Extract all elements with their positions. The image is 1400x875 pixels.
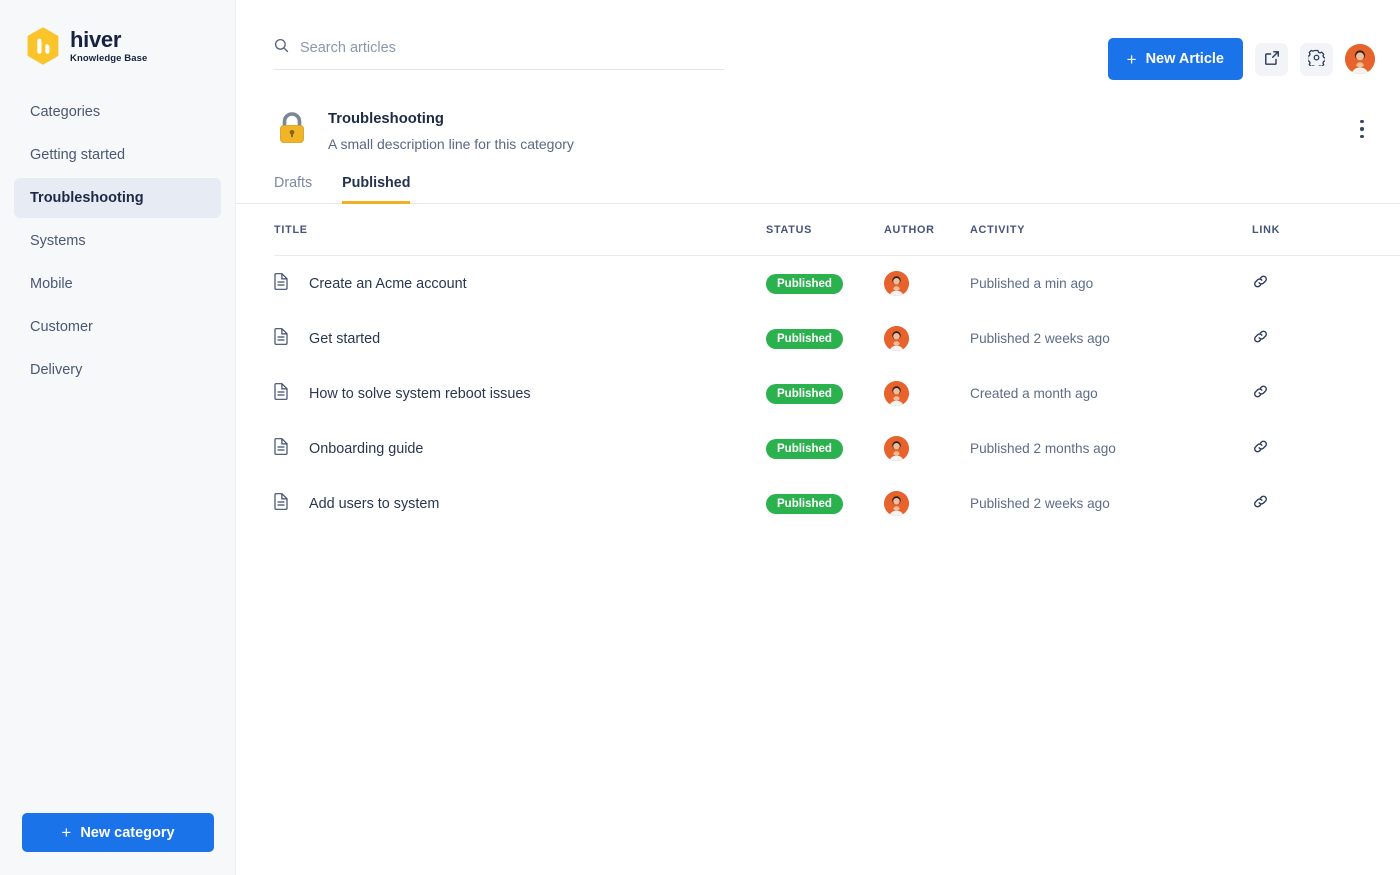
- plus-icon: +: [61, 823, 72, 842]
- sidebar-item-troubleshooting[interactable]: Troubleshooting: [14, 178, 221, 218]
- author-avatar: [884, 271, 909, 296]
- author-avatar: [884, 381, 909, 406]
- sidebar: hiver Knowledge Base Categories Getting …: [0, 0, 236, 875]
- sidebar-item-delivery[interactable]: Delivery: [14, 350, 221, 390]
- tab-drafts[interactable]: Drafts: [274, 175, 312, 204]
- status-badge: Published: [766, 493, 843, 514]
- new-category-button-label: New category: [80, 824, 175, 841]
- table-row[interactable]: Onboarding guide Published Published 2 m…: [274, 421, 1400, 476]
- activity-text: Created a month ago: [970, 386, 1098, 401]
- tab-label: Published: [342, 175, 411, 191]
- author-avatar: [884, 326, 909, 351]
- sidebar-item-categories[interactable]: Categories: [14, 92, 221, 132]
- sidebar-item-label: Getting started: [30, 147, 126, 163]
- sidebar-item-label: Systems: [30, 233, 86, 249]
- sidebar-item-getting-started[interactable]: Getting started: [14, 135, 221, 175]
- kebab-menu-icon[interactable]: [1349, 112, 1375, 146]
- table-header-row: TITLE STATUS AUTHOR ACTIVITY LINK: [274, 204, 1400, 256]
- author-avatar: [884, 436, 909, 461]
- status-badge: Published: [766, 438, 843, 459]
- sidebar-item-label: Mobile: [30, 276, 73, 292]
- table-row[interactable]: Get started Published Published 2 weeks …: [274, 311, 1400, 366]
- author-avatar: [884, 491, 909, 516]
- activity-text: Published 2 weeks ago: [970, 331, 1110, 346]
- sidebar-item-label: Categories: [30, 104, 101, 120]
- link-icon[interactable]: [1252, 383, 1269, 405]
- new-category-button[interactable]: + New category: [22, 813, 214, 852]
- status-badge: Published: [766, 328, 843, 349]
- article-title[interactable]: Get started: [309, 331, 380, 347]
- table-row[interactable]: How to solve system reboot issues Publis…: [274, 366, 1400, 421]
- category-text: Troubleshooting A small description line…: [328, 107, 574, 152]
- table-row[interactable]: Create an Acme account Published Publish…: [274, 256, 1400, 311]
- sidebar-item-label: Troubleshooting: [30, 190, 144, 206]
- lock-icon: [274, 108, 310, 148]
- tab-published[interactable]: Published: [342, 175, 411, 204]
- main-content: + New Article: [236, 0, 1400, 875]
- profile-avatar[interactable]: [1345, 44, 1375, 74]
- document-icon: [274, 437, 288, 460]
- sidebar-item-label: Delivery: [30, 362, 83, 378]
- gear-icon: [1307, 49, 1326, 69]
- articles-table: TITLE STATUS AUTHOR ACTIVITY LINK Create…: [236, 204, 1400, 531]
- kebab-dot: [1360, 119, 1364, 124]
- brand-name: hiver: [70, 26, 122, 52]
- activity-text: Published a min ago: [970, 276, 1094, 291]
- article-title[interactable]: Create an Acme account: [309, 276, 467, 292]
- link-icon[interactable]: [1252, 493, 1269, 515]
- tab-label: Drafts: [274, 175, 313, 191]
- status-badge: Published: [766, 383, 843, 404]
- column-header-activity: ACTIVITY: [970, 223, 1026, 236]
- table-row[interactable]: Add users to system Published Published …: [274, 476, 1400, 531]
- category-header: Troubleshooting A small description line…: [236, 80, 1400, 152]
- document-icon: [274, 272, 288, 295]
- column-header-title: TITLE: [274, 223, 308, 236]
- column-header-status: STATUS: [766, 223, 813, 236]
- app-root: hiver Knowledge Base Categories Getting …: [0, 0, 1400, 875]
- external-link-button[interactable]: [1255, 42, 1288, 76]
- brand-logo[interactable]: hiver Knowledge Base: [0, 0, 235, 66]
- search-icon: [274, 38, 289, 58]
- kebab-dot: [1360, 134, 1364, 139]
- hexagon-h-logo-icon: [25, 26, 61, 66]
- tabs: Drafts Published: [236, 175, 1400, 204]
- kebab-dot: [1360, 127, 1364, 131]
- column-header-author: AUTHOR: [884, 223, 935, 236]
- external-link-icon: [1264, 50, 1280, 69]
- category-title: Troubleshooting: [328, 111, 444, 127]
- activity-text: Published 2 weeks ago: [970, 496, 1110, 511]
- sidebar-item-mobile[interactable]: Mobile: [14, 264, 221, 304]
- document-icon: [274, 327, 288, 350]
- article-title[interactable]: Add users to system: [309, 496, 439, 512]
- plus-icon: +: [1126, 49, 1137, 69]
- link-icon[interactable]: [1252, 328, 1269, 350]
- brand-subtitle: Knowledge Base: [70, 53, 148, 65]
- topbar: + New Article: [236, 0, 1400, 80]
- topbar-actions: + New Article: [1107, 38, 1375, 80]
- column-header-link: LINK: [1252, 223, 1281, 236]
- link-icon[interactable]: [1252, 273, 1269, 295]
- article-title[interactable]: How to solve system reboot issues: [309, 386, 531, 402]
- sidebar-item-label: Customer: [30, 319, 93, 335]
- document-icon: [274, 382, 288, 405]
- sidebar-item-systems[interactable]: Systems: [14, 221, 221, 261]
- sidebar-nav: Categories Getting started Troubleshooti…: [0, 92, 235, 390]
- search-input[interactable]: [300, 40, 724, 56]
- status-badge: Published: [766, 273, 843, 294]
- settings-button[interactable]: [1300, 42, 1333, 76]
- document-icon: [274, 492, 288, 515]
- sidebar-item-customer[interactable]: Customer: [14, 307, 221, 347]
- activity-text: Published 2 months ago: [970, 441, 1116, 456]
- category-description: A small description line for this catego…: [328, 136, 574, 152]
- link-icon[interactable]: [1252, 438, 1269, 460]
- search-box[interactable]: [274, 38, 724, 70]
- new-article-button-label: New Article: [1145, 51, 1224, 67]
- article-title[interactable]: Onboarding guide: [309, 441, 423, 457]
- new-article-button[interactable]: + New Article: [1107, 38, 1243, 80]
